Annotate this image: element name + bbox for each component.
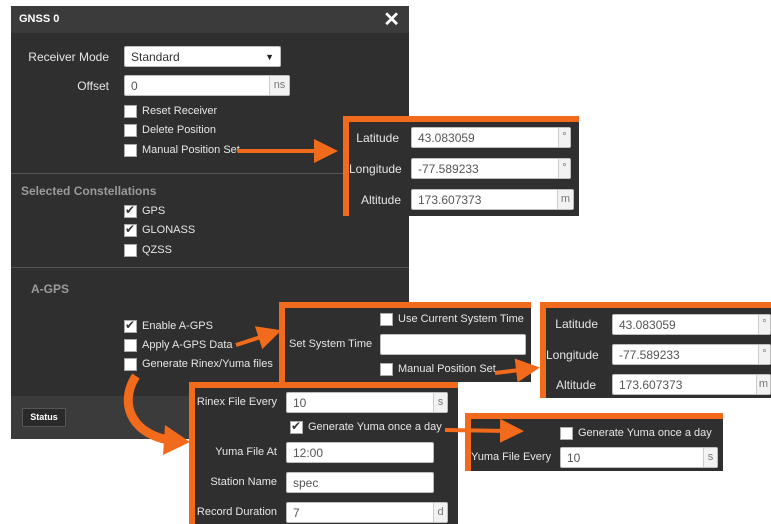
callout-arrows xyxy=(123,139,540,455)
curved-arrow-body xyxy=(123,373,170,445)
curved-arrow-head xyxy=(163,425,190,455)
arrow-to-system-time xyxy=(235,326,282,350)
arrow-to-position-panel-2 xyxy=(494,358,540,383)
arrow-to-yuma-panel xyxy=(444,418,524,443)
